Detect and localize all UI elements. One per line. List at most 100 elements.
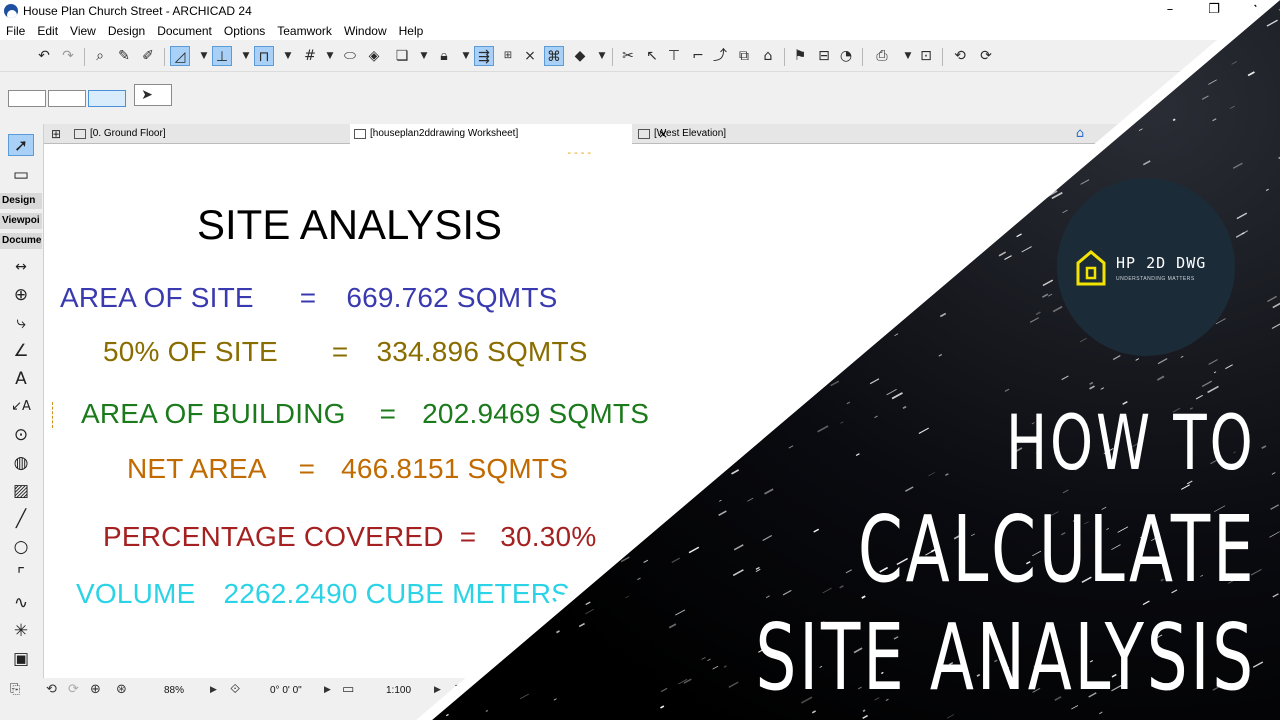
minimize-button[interactable]: –: [1150, 1, 1190, 19]
menu-file[interactable]: File: [6, 24, 25, 38]
hotspot-tool-icon[interactable]: ✳: [8, 620, 34, 642]
arrow-icon[interactable]: ➤: [137, 85, 157, 105]
tab-ground-floor[interactable]: [0. Ground Floor]: [70, 124, 350, 144]
maximize-button[interactable]: ❐: [1194, 1, 1234, 19]
teamwork-status-icon[interactable]: ⎘: [10, 681, 20, 699]
navigator-grid-icon[interactable]: ⊞: [46, 124, 66, 144]
zoom-level[interactable]: 88%: [164, 684, 184, 698]
fifty-percent-site-line[interactable]: 50% OF SITE = 334.896 SQMTS: [103, 336, 588, 368]
chevron-down-icon[interactable]: ▼: [456, 46, 476, 66]
net-area-line[interactable]: NET AREA = 466.8151 SQMTS: [127, 453, 568, 485]
toolbox-group-viewpoint[interactable]: Viewpoi: [0, 213, 42, 229]
adjust-icon[interactable]: ↖: [642, 46, 662, 66]
undo-zoom-icon[interactable]: ⟲: [46, 681, 57, 699]
chevron-down-icon[interactable]: ▼: [236, 46, 256, 66]
menu-edit[interactable]: Edit: [37, 24, 58, 38]
area-of-site-line[interactable]: AREA OF SITE = 669.762 SQMTS: [60, 282, 558, 314]
fill-pattern-tool-icon[interactable]: ◍: [8, 452, 34, 474]
chevron-down-icon[interactable]: ▼: [414, 46, 434, 66]
volume-line[interactable]: VOLUME 2262.2490 CUBE METERS: [76, 578, 570, 610]
element-snap-icon[interactable]: ⌘: [544, 46, 564, 66]
info-box-field-active[interactable]: [88, 90, 126, 107]
snap-guides-icon[interactable]: ⊥: [212, 46, 232, 66]
angle-dimension-tool-icon[interactable]: ∠: [8, 340, 34, 362]
info-box-field[interactable]: [48, 90, 86, 107]
percentage-covered-line[interactable]: PERCENTAGE COVERED = 30.30%: [103, 521, 596, 553]
chevron-down-icon[interactable]: ▼: [898, 46, 918, 66]
publish-icon[interactable]: ⎙: [872, 46, 892, 66]
site-analysis-title[interactable]: SITE ANALYSIS: [197, 201, 502, 249]
drawing-scale[interactable]: 1:100: [386, 684, 411, 698]
tab-west-elevation[interactable]: [West Elevation]: [634, 124, 904, 144]
split-icon[interactable]: ✂: [618, 46, 638, 66]
redo-icon[interactable]: ↷: [58, 46, 78, 66]
gravity-icon[interactable]: ⬭: [340, 46, 360, 66]
hatch-tool-icon[interactable]: ▨: [8, 480, 34, 502]
menu-help[interactable]: Help: [399, 24, 424, 38]
dimension-tool-icon[interactable]: ↔: [8, 256, 34, 278]
trace-icon[interactable]: ⇶: [474, 46, 494, 66]
pick-up-icon[interactable]: ✎: [114, 46, 134, 66]
3d-view-icon[interactable]: ◔: [836, 46, 856, 66]
chevron-down-icon[interactable]: ▼: [278, 46, 298, 66]
chevron-down-icon[interactable]: ▼: [320, 46, 340, 66]
orientation-icon[interactable]: ⟐: [230, 681, 240, 699]
lock-icon[interactable]: 🔒︎: [434, 46, 454, 66]
marker-tool-icon[interactable]: ⊙: [8, 424, 34, 446]
chevron-down-icon[interactable]: ▼: [592, 46, 612, 66]
menu-options[interactable]: Options: [224, 24, 265, 38]
undo-icon[interactable]: ↶: [34, 46, 54, 66]
tab-worksheet[interactable]: [houseplan2ddrawing Worksheet]: [350, 124, 632, 144]
dimension-icon[interactable]: ⊞: [498, 46, 518, 66]
fillet-icon[interactable]: ⌐: [688, 46, 708, 66]
teamwork-receive-icon[interactable]: ⟳: [976, 46, 996, 66]
resize-icon[interactable]: ⧉: [734, 46, 754, 66]
redo-zoom-icon[interactable]: ⟳: [68, 681, 79, 699]
element-type-selector[interactable]: [8, 90, 46, 107]
display-icon[interactable]: ◆: [570, 46, 590, 66]
suspend-groups-icon[interactable]: ◈: [364, 46, 384, 66]
text-tool-icon[interactable]: A: [8, 368, 34, 390]
menu-document[interactable]: Document: [157, 24, 212, 38]
render-icon[interactable]: ⊡: [916, 46, 936, 66]
close-button[interactable]: ✕: [1238, 1, 1278, 19]
arrow-tool-icon[interactable]: ➚: [8, 134, 34, 156]
edit-selection-icon[interactable]: ⊟: [814, 46, 834, 66]
spline-tool-icon[interactable]: ∿: [8, 592, 34, 614]
roof-icon[interactable]: ⌂: [758, 46, 778, 66]
chevron-right-icon[interactable]: ▶: [324, 681, 331, 699]
area-of-building-line[interactable]: AREA OF BUILDING = 202.9469 SQMTS: [81, 398, 649, 430]
cross-icon[interactable]: ⨯: [520, 46, 540, 66]
marquee-tool-icon[interactable]: ▭: [8, 164, 34, 186]
menu-design[interactable]: Design: [108, 24, 145, 38]
teamwork-send-icon[interactable]: ⟲: [950, 46, 970, 66]
snap-points-icon[interactable]: ⊓: [254, 46, 274, 66]
figure-tool-icon[interactable]: ▣: [8, 648, 34, 670]
guide-lines-icon[interactable]: ◿: [170, 46, 190, 66]
menu-teamwork[interactable]: Teamwork: [277, 24, 332, 38]
find-select-icon[interactable]: ⌕: [90, 46, 110, 66]
toolbox-group-design[interactable]: Design: [0, 193, 42, 209]
level-dimension-tool-icon[interactable]: ⤷: [8, 312, 34, 334]
chevron-right-icon[interactable]: ▶: [434, 681, 441, 699]
zoom-in-icon[interactable]: ⊕: [90, 681, 101, 699]
line-tool-icon[interactable]: ╱: [8, 508, 34, 530]
orientation-angle[interactable]: 0° 0' 0": [270, 684, 302, 698]
chevron-right-icon[interactable]: ▶: [210, 681, 217, 699]
layer-icon[interactable]: ❏: [392, 46, 412, 66]
grid-snap-icon[interactable]: #: [300, 46, 320, 66]
flag-icon[interactable]: ⚑: [790, 46, 810, 66]
menu-window[interactable]: Window: [344, 24, 387, 38]
chevron-down-icon[interactable]: ▼: [194, 46, 214, 66]
inject-icon[interactable]: ✐: [138, 46, 158, 66]
circle-tool-icon[interactable]: ○: [8, 536, 34, 558]
toolbox-group-document[interactable]: Docume: [0, 233, 42, 249]
layer-combination-icon[interactable]: ≣: [454, 681, 465, 699]
curve-icon[interactable]: ⤴: [710, 46, 730, 66]
polyline-tool-icon[interactable]: ⌜: [8, 564, 34, 586]
radial-dimension-tool-icon[interactable]: ⊕: [8, 284, 34, 306]
scale-icon[interactable]: ▭: [342, 681, 354, 699]
fit-in-window-icon[interactable]: ⊛: [116, 681, 127, 699]
menu-view[interactable]: View: [70, 24, 96, 38]
label-tool-icon[interactable]: ↙A: [8, 396, 34, 418]
